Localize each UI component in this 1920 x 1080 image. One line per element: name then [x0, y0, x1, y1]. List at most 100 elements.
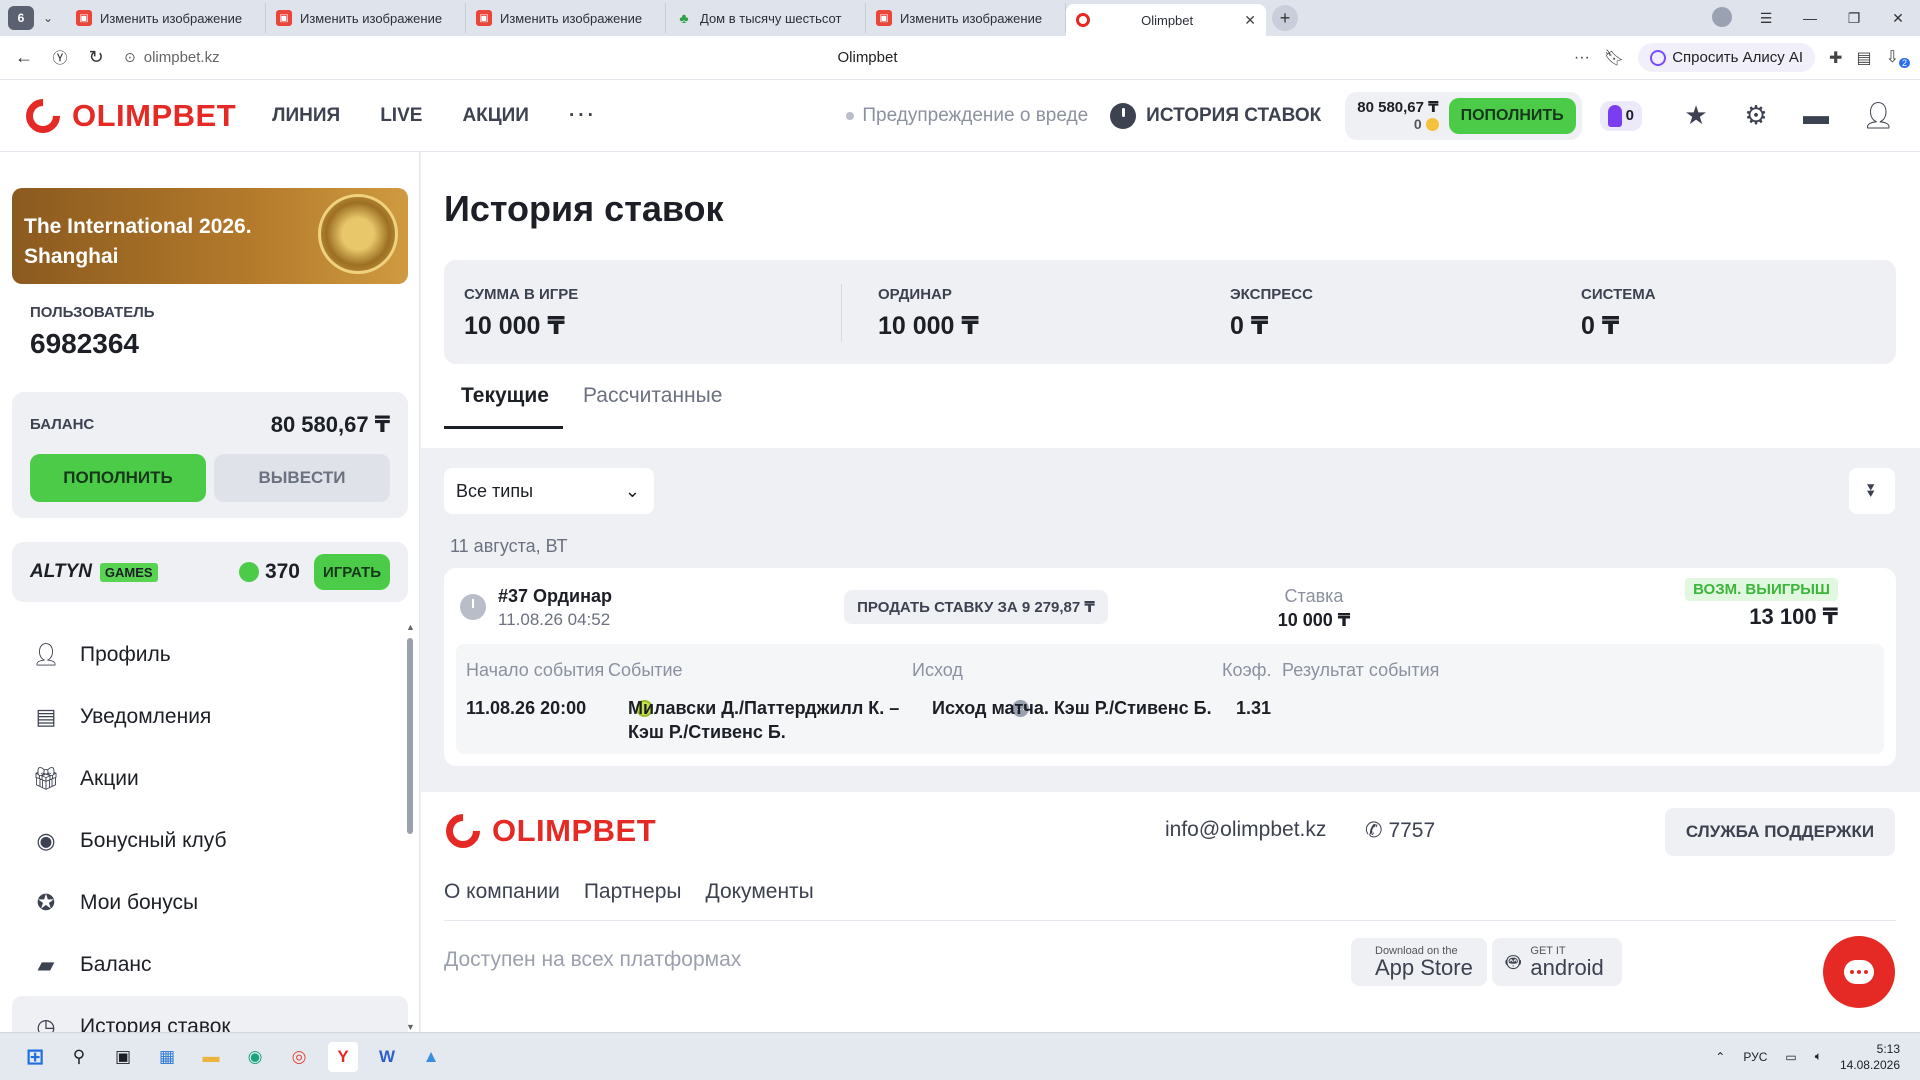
chevron-down-icon[interactable]: ⌄ — [38, 6, 58, 30]
android-button[interactable]: 🤖︎ GET IT android — [1492, 938, 1622, 986]
footer-phone[interactable]: ✆ 7757 — [1365, 818, 1435, 843]
language-indicator[interactable]: РУС — [1743, 1050, 1767, 1064]
browser-tab[interactable]: ▣ Изменить изображение — [266, 3, 466, 33]
browser-tab-active[interactable]: Olimpbet ✕ — [1066, 4, 1266, 36]
sidebar-item-balance[interactable]: ▰ Баланс — [0, 934, 419, 996]
sidebar-item-my-bonuses[interactable]: ✪ Мои бонусы — [0, 872, 419, 934]
sidebar-item-bet-history[interactable]: ◷ История ставок — [12, 996, 408, 1032]
footer-email[interactable]: info@olimpbet.kz — [1165, 818, 1326, 842]
edge-icon[interactable]: ◉ — [240, 1042, 270, 1072]
scroll-down-icon[interactable]: ▼ — [406, 1022, 415, 1032]
extensions-icon[interactable]: ✚ — [1829, 48, 1842, 68]
sidebar-item-label: История ставок — [80, 1015, 231, 1032]
volume-icon[interactable]: 🔈︎ — [1815, 1049, 1822, 1064]
ask-alice-button[interactable]: Спросить Алису AI — [1638, 43, 1816, 72]
taskbar-clock[interactable]: 5:13 14.08.2026 — [1840, 1041, 1900, 1073]
store-icon[interactable]: ▦ — [152, 1042, 182, 1072]
new-tab-button[interactable]: + — [1272, 5, 1298, 31]
account-user-icon[interactable]: 👤︎ — [1862, 100, 1895, 131]
task-view-icon[interactable]: ▣ — [108, 1042, 138, 1072]
sidebar-item-notifications[interactable]: ▤ Уведомления — [0, 686, 419, 748]
photos-icon[interactable]: ▲ — [416, 1042, 446, 1072]
bet-card[interactable]: #37 Ординар 11.08.26 04:52 ПРОДАТЬ СТАВК… — [444, 568, 1896, 766]
more-dots-icon[interactable]: ··· — [1574, 49, 1590, 67]
footer-link-about[interactable]: О компании — [444, 880, 560, 904]
promo-banner[interactable]: The International 2026. Shanghai — [12, 188, 408, 284]
balance-label: БАЛАНС — [30, 416, 95, 433]
word-icon[interactable]: W — [372, 1042, 402, 1072]
downloads-icon[interactable]: ⇩ 2 — [1886, 47, 1910, 69]
bookmark-icon[interactable]: 🔖︎ — [1604, 48, 1624, 68]
nav-live[interactable]: LIVE — [380, 105, 422, 127]
tab-counter[interactable]: 6 — [8, 6, 34, 30]
network-icon[interactable]: ▭ — [1785, 1050, 1796, 1064]
header-topup-button[interactable]: ПОПОЛНИТЬ — [1448, 97, 1576, 134]
tab-counter-group[interactable]: 6 ⌄ — [0, 6, 66, 30]
platforms-label: Доступен на всех платформах — [444, 948, 742, 971]
chat-button[interactable] — [1823, 936, 1895, 1008]
sidebar-item-promotions[interactable]: 🎁︎ Акции — [0, 748, 419, 810]
windows-start-icon[interactable]: ⊞ — [20, 1042, 50, 1072]
altyn-points: 370 — [238, 560, 300, 584]
warning-dot-icon — [846, 111, 855, 120]
file-explorer-icon[interactable]: ▬ — [196, 1042, 226, 1072]
sidebar-item-label: Профиль — [80, 643, 171, 666]
browser-tab[interactable]: ▣ Изменить изображение — [466, 3, 666, 33]
nav-line[interactable]: ЛИНИЯ — [272, 105, 340, 127]
profile-icon[interactable] — [1700, 6, 1744, 30]
minimize-icon[interactable]: — — [1788, 10, 1832, 26]
altyn-play-button[interactable]: ИГРАТЬ — [314, 554, 390, 590]
harm-warning-link[interactable]: Предупреждение о вреде — [846, 105, 1088, 127]
footer-logo[interactable]: OLIMPBET — [444, 812, 656, 850]
nav-more-icon[interactable]: ··· — [569, 105, 597, 127]
sidebar-scrollbar[interactable]: ▲ ▼ — [406, 622, 415, 1032]
nav-promotions[interactable]: АКЦИИ — [462, 105, 529, 127]
event-name[interactable]: Милавски Д./Паттерджилл К. – Кэш Р./Стив… — [628, 696, 908, 744]
topup-button[interactable]: ПОПОЛНИТЬ — [30, 454, 206, 502]
user-icon: 👤︎ — [32, 642, 60, 667]
altyn-points-value: 370 — [264, 560, 300, 583]
messages-icon[interactable]: ▬ — [1802, 100, 1830, 131]
tab-settled[interactable]: Рассчитанные — [563, 384, 742, 429]
downloads-badge: 2 — [1898, 58, 1910, 69]
expand-all-button[interactable]: ⏬︎ — [1849, 468, 1895, 514]
harm-warning-label: Предупреждение о вреде — [862, 104, 1089, 126]
settings-gear-icon[interactable]: ⚙ — [1742, 100, 1770, 131]
favorites-star-icon[interactable]: ★ — [1682, 100, 1710, 131]
olimpbet-logo[interactable]: OLIMPBET — [24, 97, 236, 135]
browser-tab[interactable]: ♣ Дом в тысячу шестьсот — [666, 3, 866, 33]
collections-icon[interactable]: ▤ — [1856, 48, 1871, 68]
stats-panel: СУММА В ИГРЕ 10 000 ₸ ОРДИНАР 10 000 ₸ Э… — [444, 260, 1896, 364]
scrollbar-thumb[interactable] — [407, 638, 413, 834]
menu-icon[interactable]: ☰ — [1744, 10, 1788, 27]
browser-tab[interactable]: ▣ Изменить изображение — [866, 3, 1066, 33]
bet-type-select[interactable]: Все типы ⌄ — [444, 468, 654, 514]
footer-link-partners[interactable]: Партнеры — [584, 880, 682, 904]
support-button[interactable]: СЛУЖБА ПОДДЕРЖКИ — [1665, 808, 1895, 856]
stat-in-play: СУММА В ИГРЕ 10 000 ₸ — [464, 286, 578, 341]
image-editor-icon: ▣ — [876, 10, 892, 26]
chrome-icon[interactable]: ◎ — [284, 1042, 314, 1072]
sell-bet-button[interactable]: ПРОДАТЬ СТАВКУ ЗА 9 279,87 ₸ — [844, 590, 1108, 624]
loyalty-badge[interactable]: 0 — [1599, 100, 1642, 131]
scroll-up-icon[interactable]: ▲ — [406, 622, 415, 632]
tab-current[interactable]: Текущие — [444, 384, 563, 429]
olimpbet-logo-icon — [444, 812, 482, 850]
withdraw-button[interactable]: ВЫВЕСТИ — [214, 454, 390, 502]
close-window-icon[interactable]: ✕ — [1876, 10, 1920, 27]
possible-win-value: 13 100 ₸ — [1749, 604, 1838, 629]
bet-history-link[interactable]: ИСТОРИЯ СТАВОК — [1110, 102, 1321, 129]
address-bar-actions: ··· 🔖︎ Спросить Алису AI ✚ ▤ ⇩ 2 — [1574, 43, 1920, 72]
sidebar: The International 2026. Shanghai ПОЛЬЗОВ… — [0, 152, 420, 1032]
browser-tab[interactable]: ▣ Изменить изображение — [66, 3, 266, 33]
search-icon[interactable]: ⚲ — [64, 1042, 94, 1072]
sidebar-item-bonus-club[interactable]: ◉ Бонусный клуб — [0, 810, 419, 872]
page-title: История ставок — [444, 188, 724, 229]
app-store-button[interactable]: Download on the App Store — [1351, 938, 1487, 986]
close-icon[interactable]: ✕ — [1244, 12, 1256, 29]
tray-chevron-up-icon[interactable]: ⌃ — [1715, 1050, 1725, 1064]
footer-link-documents[interactable]: Документы — [706, 880, 814, 904]
sidebar-item-profile[interactable]: 👤︎ Профиль — [0, 624, 419, 686]
yandex-browser-icon[interactable]: Y — [328, 1041, 358, 1072]
restore-icon[interactable]: ❐ — [1832, 10, 1876, 27]
